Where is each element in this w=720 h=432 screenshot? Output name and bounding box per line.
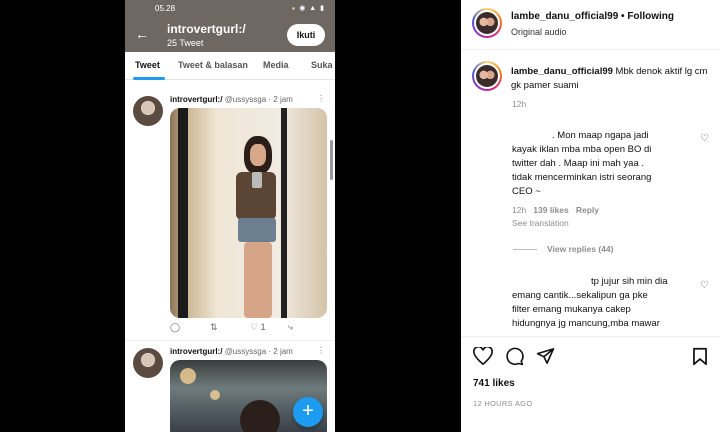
comment-line: hidungnya jg mancung,mba mawar bbox=[512, 318, 660, 329]
compose-tweet-button[interactable]: + bbox=[293, 397, 323, 427]
profile-name: introvertgurl:/ bbox=[167, 22, 246, 36]
comment-meta: 12h 139 likes Reply bbox=[512, 205, 599, 215]
instagram-post-viewer: 05.28 ⁎ ◉ ▲ ▮ ← introvertgurl:/ 25 Tweet… bbox=[0, 0, 720, 432]
comment-likes[interactable]: 139 likes bbox=[533, 205, 568, 215]
heart-icon[interactable]: ♡ bbox=[700, 133, 709, 144]
tweet-handle: @ussyssga bbox=[224, 95, 267, 104]
comment-line: CEO ~ bbox=[512, 186, 541, 197]
tab-tweet-replies[interactable]: Tweet & balasan bbox=[178, 60, 248, 70]
status-time: 05.28 bbox=[155, 4, 176, 13]
comment: . Mon maap ngapa jadi kayak iklan mba mb… bbox=[512, 129, 697, 199]
figure-hair bbox=[240, 400, 280, 432]
post-media-screenshot: 05.28 ⁎ ◉ ▲ ▮ ← introvertgurl:/ 25 Tweet… bbox=[125, 0, 335, 432]
tab-media[interactable]: Media bbox=[263, 60, 289, 70]
following-button[interactable]: Following bbox=[627, 11, 674, 22]
caption-username[interactable]: lambe_danu_official99 bbox=[511, 66, 613, 77]
like-heart-icon[interactable] bbox=[473, 345, 493, 368]
comment-line: emang cantik...sekalipun ga pke bbox=[512, 290, 648, 301]
follow-button[interactable]: Ikuti bbox=[287, 24, 325, 46]
see-translation-link[interactable]: See translation bbox=[512, 218, 569, 228]
tweet-handle: @ussyssga bbox=[224, 347, 267, 356]
tweet-meta: introvertgurl:/ @ussyssga · 2 jam bbox=[170, 95, 293, 104]
tab-tweet[interactable]: Tweet bbox=[135, 60, 160, 70]
bokeh-light bbox=[210, 390, 220, 400]
likes-count[interactable]: 741 likes bbox=[473, 378, 515, 389]
more-icon[interactable]: ⋮ bbox=[317, 94, 325, 103]
mirror-frame-right bbox=[281, 108, 287, 318]
tweet-display-name: introvertgurl:/ bbox=[170, 347, 223, 356]
post-username[interactable]: lambe_danu_official99 bbox=[511, 11, 618, 22]
like-icon[interactable]: ♡ 1 bbox=[250, 322, 266, 333]
share-icon[interactable]: ⤷ bbox=[288, 322, 293, 333]
figure-legs bbox=[244, 242, 272, 318]
profile-tabs: Tweet Tweet & balasan Media Suka bbox=[125, 52, 335, 80]
post-action-bar: 741 likes 12 HOURS AGO bbox=[461, 336, 720, 432]
reply-button[interactable]: Reply bbox=[576, 205, 599, 215]
avatar[interactable] bbox=[133, 96, 163, 126]
scrollbar[interactable] bbox=[330, 140, 333, 180]
post-header-user: lambe_danu_official99 • Following bbox=[511, 11, 674, 22]
bookmark-icon[interactable] bbox=[692, 347, 708, 369]
comment-line: tp jujur sih min dia bbox=[591, 276, 668, 287]
twitter-profile-header: 05.28 ⁎ ◉ ▲ ▮ ← introvertgurl:/ 25 Tweet… bbox=[125, 0, 335, 52]
comment-line: tidak mencerminkan istri seorang bbox=[512, 172, 652, 183]
header-divider bbox=[461, 49, 720, 50]
reply-icon[interactable]: ◯ bbox=[170, 322, 180, 333]
caption: lambe_danu_official99 Mbk denok aktif lg… bbox=[511, 65, 711, 93]
tweet-photo[interactable] bbox=[170, 108, 327, 318]
comment-line: . Mon maap ngapa jadi bbox=[552, 130, 649, 141]
figure-shorts bbox=[238, 218, 276, 242]
status-bar: 05.28 ⁎ ◉ ▲ ▮ bbox=[125, 4, 335, 16]
tweet-time: · 2 jam bbox=[268, 347, 293, 356]
back-arrow-icon[interactable]: ← bbox=[135, 26, 149, 42]
comment-line: kayak iklan mba mba open BO di bbox=[512, 144, 652, 155]
more-icon[interactable]: ⋮ bbox=[317, 346, 325, 355]
tweet-meta: introvertgurl:/ @ussyssga · 2 jam bbox=[170, 347, 293, 356]
mirror-frame-left bbox=[178, 108, 188, 318]
caption-avatar[interactable] bbox=[472, 61, 502, 91]
avatar[interactable] bbox=[133, 348, 163, 378]
view-replies-button[interactable]: View replies (44) bbox=[547, 244, 613, 254]
comment-line: twitter dah . Maap ini mah yaa . bbox=[512, 158, 645, 169]
heart-icon[interactable]: ♡ bbox=[700, 280, 709, 291]
comment: tp jujur sih min dia emang cantik...seka… bbox=[512, 275, 697, 331]
tweet-divider bbox=[125, 340, 335, 341]
story-avatar[interactable] bbox=[472, 8, 502, 38]
tweet-time: · 2 jam bbox=[268, 95, 293, 104]
send-icon[interactable] bbox=[536, 347, 555, 368]
original-audio-link[interactable]: Original audio bbox=[511, 27, 567, 37]
tweet-count: 25 Tweet bbox=[167, 38, 204, 48]
tab-likes[interactable]: Suka bbox=[311, 60, 333, 70]
comment-time: 12h bbox=[512, 205, 527, 215]
post-side-panel: lambe_danu_official99 • Following Origin… bbox=[461, 0, 720, 432]
figure-face bbox=[250, 144, 266, 166]
active-tab-indicator bbox=[133, 77, 165, 80]
tweet-display-name: introvertgurl:/ bbox=[170, 95, 223, 104]
comment-line: filter emang mukanya cakep bbox=[512, 304, 631, 315]
comment-icon[interactable] bbox=[505, 347, 524, 369]
tweet-actions: ◯ ⇅ ♡ 1 ⤷ bbox=[170, 322, 320, 336]
like-count: 1 bbox=[260, 322, 266, 332]
retweet-icon[interactable]: ⇅ bbox=[210, 322, 218, 333]
bokeh-light bbox=[180, 368, 196, 384]
status-icons: ⁎ ◉ ▲ ▮ bbox=[291, 5, 325, 12]
posted-time: 12 HOURS AGO bbox=[473, 399, 533, 408]
caption-time: 12h bbox=[512, 99, 527, 109]
phone-in-hand bbox=[252, 172, 262, 188]
replies-line bbox=[513, 249, 537, 250]
